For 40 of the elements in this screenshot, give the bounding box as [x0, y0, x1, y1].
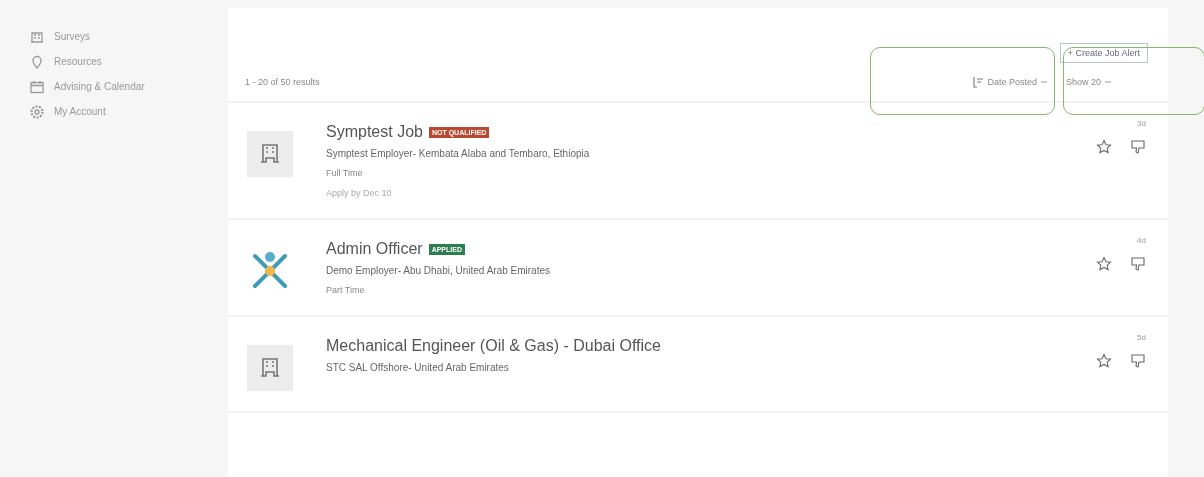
sidebar-item[interactable]: Surveys [0, 24, 228, 49]
favorite-button[interactable] [1096, 353, 1112, 369]
employer-location: Demo Employer- Abu Dhabi, United Arab Emirates [326, 265, 551, 276]
favorite-button[interactable] [1096, 256, 1112, 272]
results-count: 1 - 20 of 50 results [245, 77, 320, 87]
sidebar-item[interactable]: Advising & Calendar [0, 74, 228, 99]
job-type: Part Time [326, 285, 366, 295]
not-interested-button[interactable] [1130, 353, 1146, 369]
thumbs-down-icon [1130, 353, 1146, 369]
job-type: Full Time [326, 168, 364, 178]
caret-icon [1039, 78, 1048, 86]
sidebar-item[interactable]: Resources [0, 49, 228, 74]
thumbs-down-icon [1130, 256, 1146, 272]
thumbs-down-icon [1130, 139, 1146, 155]
sidebar-item[interactable]: My Account [0, 99, 228, 124]
create-job-alert-button[interactable]: + Create Job Alert [1059, 43, 1148, 63]
location-pin-icon [29, 53, 45, 70]
job-title-link[interactable]: Symptest Job [326, 123, 423, 141]
not-interested-button[interactable] [1130, 256, 1146, 272]
star-icon [1096, 256, 1112, 272]
not-interested-button[interactable] [1130, 139, 1146, 155]
apply-deadline: Apply by Dec 10 [326, 188, 393, 198]
building-logo-icon [247, 345, 293, 391]
employer-location: STC SAL Offshore- United Arab Emirates [326, 362, 510, 373]
star-icon [1096, 139, 1112, 155]
job-title-link[interactable]: Admin Officer [326, 240, 423, 258]
building-logo-icon [247, 131, 293, 177]
sort-dropdown[interactable]: Date Posted [968, 72, 1052, 92]
gear-icon [29, 103, 45, 120]
employer-location: Symptest Employer- Kembata Alaba and Tembaro, Ethiopia [326, 148, 591, 159]
favorite-button[interactable] [1096, 139, 1112, 155]
calendar-icon [29, 78, 45, 95]
star-icon [1096, 353, 1112, 369]
show-count-dropdown[interactable]: Show 20 [1061, 72, 1116, 92]
sort-icon [972, 76, 985, 88]
caret-icon [1104, 78, 1112, 86]
job-title-link[interactable]: Mechanical Engineer (Oil & Gas) - Dubai Office [326, 337, 661, 355]
posted-age: 4d [1137, 236, 1146, 245]
posted-age: 5d [1137, 333, 1146, 342]
posted-age: 3d [1137, 119, 1146, 128]
